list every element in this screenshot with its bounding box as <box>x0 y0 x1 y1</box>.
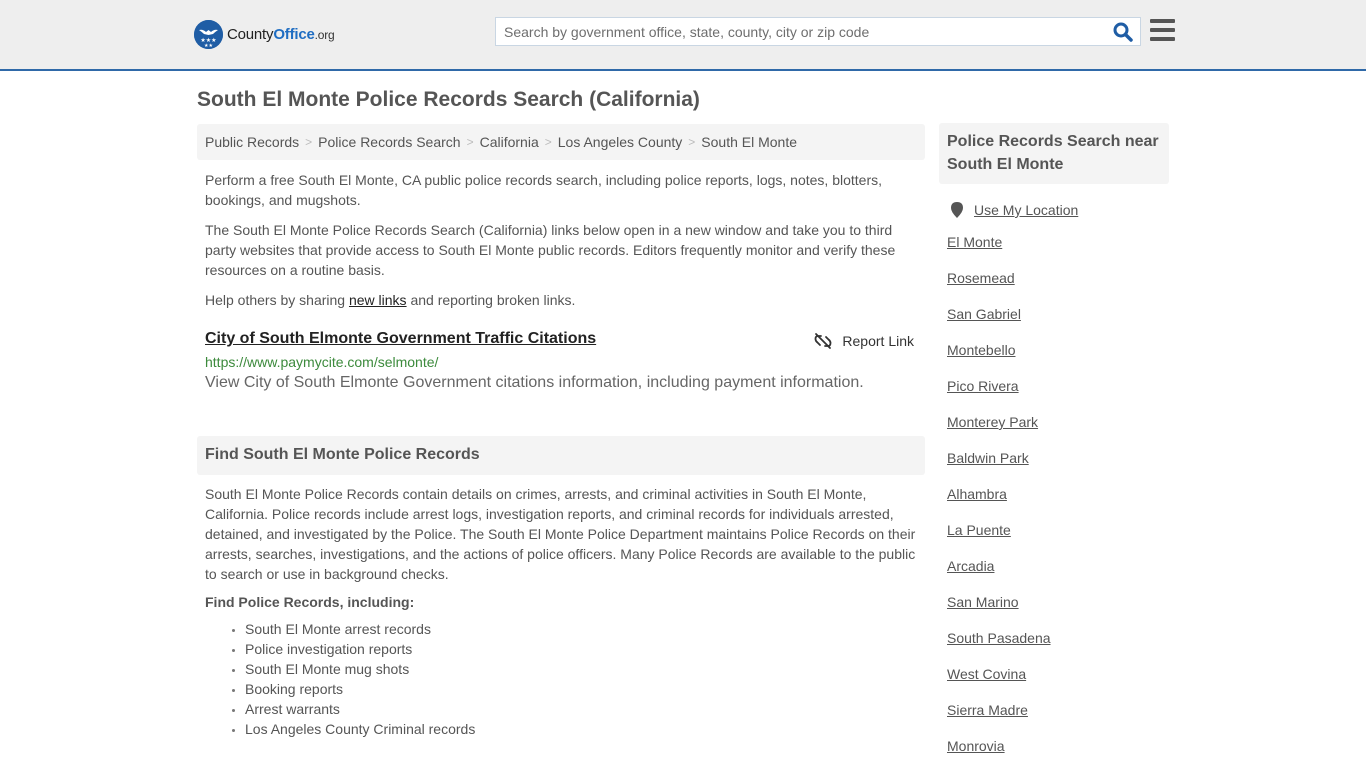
list-item: South El Monte arrest records <box>245 619 925 639</box>
list-item: Los Angeles County Criminal records <box>245 719 925 739</box>
new-links-link[interactable]: new links <box>349 292 407 308</box>
list-item: Booking reports <box>245 679 925 699</box>
breadcrumb-police-records-search[interactable]: Police Records Search <box>318 134 460 150</box>
breadcrumb-separator: > <box>305 135 313 149</box>
nearby-city-link[interactable]: South Pasadena <box>947 630 1051 646</box>
search-input[interactable] <box>496 18 1106 45</box>
nearby-city-link[interactable]: West Covina <box>947 666 1026 682</box>
hamburger-menu-icon[interactable] <box>1150 19 1175 42</box>
nearby-city-link[interactable]: Arcadia <box>947 558 994 574</box>
nearby-city-link[interactable]: San Gabriel <box>947 306 1021 322</box>
nearby-city-link[interactable]: Montebello <box>947 342 1016 358</box>
nearby-city-item: Pico Rivera <box>947 378 1169 414</box>
nearby-city-item: La Puente <box>947 522 1169 558</box>
svg-text:★★: ★★ <box>204 43 213 49</box>
nearby-city-item: Montebello <box>947 342 1169 378</box>
breadcrumb-separator: > <box>544 135 552 149</box>
nearby-city-item: Alhambra <box>947 486 1169 522</box>
main-content: Public Records > Police Records Search >… <box>197 124 925 739</box>
search-icon <box>1113 22 1133 42</box>
result-description: View City of South Elmonte Government ci… <box>205 374 864 391</box>
nearby-city-link[interactable]: Monrovia <box>947 738 1005 754</box>
nearby-city-link[interactable]: La Puente <box>947 522 1011 538</box>
records-list: South El Monte arrest records Police inv… <box>197 619 925 739</box>
nearby-city-link[interactable]: Sierra Madre <box>947 702 1028 718</box>
eagle-logo-icon: ★★★ ★★ <box>194 20 223 49</box>
nearby-city-item: San Marino <box>947 594 1169 630</box>
find-records-paragraph: South El Monte Police Records contain de… <box>205 486 916 582</box>
breadcrumb-separator: > <box>466 135 474 149</box>
breadcrumb-public-records[interactable]: Public Records <box>205 134 299 150</box>
logo-wordmark: CountyOffice.org <box>227 26 335 43</box>
search-button[interactable] <box>1112 21 1134 43</box>
help-paragraph: Help others by sharing new links and rep… <box>205 292 576 308</box>
nearby-city-link[interactable]: Rosemead <box>947 270 1015 286</box>
report-link-label: Report Link <box>842 333 914 349</box>
breadcrumb: Public Records > Police Records Search >… <box>197 124 925 160</box>
nearby-city-link[interactable]: El Monte <box>947 234 1002 250</box>
disclaimer-paragraph: The South El Monte Police Records Search… <box>205 222 896 278</box>
sidebar: Police Records Search near South El Mont… <box>939 123 1169 774</box>
nearby-city-link[interactable]: Baldwin Park <box>947 450 1029 466</box>
find-records-subheading: Find Police Records, including: <box>205 594 415 610</box>
nearby-city-item: Baldwin Park <box>947 450 1169 486</box>
sidebar-heading: Police Records Search near South El Mont… <box>939 123 1169 184</box>
list-item: Police investigation reports <box>245 639 925 659</box>
nearby-city-link[interactable]: Monterey Park <box>947 414 1038 430</box>
result-url: https://www.paymycite.com/selmonte/ <box>205 354 439 370</box>
nearby-city-item: Monterey Park <box>947 414 1169 450</box>
breadcrumb-california[interactable]: California <box>480 134 539 150</box>
broken-link-icon <box>815 333 832 349</box>
list-item: Arrest warrants <box>245 699 925 719</box>
nearby-city-item: Rosemead <box>947 270 1169 306</box>
site-logo[interactable]: ★★★ ★★ CountyOffice.org <box>194 20 335 49</box>
site-header: ★★★ ★★ CountyOffice.org <box>0 0 1366 71</box>
result-title-link[interactable]: City of South Elmonte Government Traffic… <box>205 330 596 348</box>
nearby-city-item: Sierra Madre <box>947 702 1169 738</box>
nearby-city-link[interactable]: Pico Rivera <box>947 378 1019 394</box>
search-box <box>495 17 1141 46</box>
breadcrumb-south-el-monte[interactable]: South El Monte <box>701 134 797 150</box>
list-item: South El Monte mug shots <box>245 659 925 679</box>
nearby-city-link[interactable]: San Marino <box>947 594 1019 610</box>
map-pin-icon <box>951 202 963 218</box>
report-link-button[interactable]: Report Link <box>814 332 914 350</box>
nearby-city-item: South Pasadena <box>947 630 1169 666</box>
nearby-city-item: El Monte <box>947 234 1169 270</box>
result-item: City of South Elmonte Government Traffic… <box>197 330 925 392</box>
breadcrumb-separator: > <box>688 135 696 149</box>
intro-paragraph: Perform a free South El Monte, CA public… <box>205 172 883 208</box>
nearby-cities-list: El Monte Rosemead San Gabriel Montebello… <box>939 234 1169 774</box>
nearby-city-item: Monrovia <box>947 738 1169 774</box>
use-my-location-link[interactable]: Use My Location <box>974 202 1078 218</box>
nearby-city-item: San Gabriel <box>947 306 1169 342</box>
page-title: South El Monte Police Records Search (Ca… <box>197 88 700 111</box>
nearby-city-item: West Covina <box>947 666 1169 702</box>
breadcrumb-los-angeles-county[interactable]: Los Angeles County <box>558 134 683 150</box>
nearby-city-link[interactable]: Alhambra <box>947 486 1007 502</box>
nearby-city-item: Arcadia <box>947 558 1169 594</box>
use-location: Use My Location <box>939 202 1169 218</box>
find-records-heading: Find South El Monte Police Records <box>197 436 925 475</box>
